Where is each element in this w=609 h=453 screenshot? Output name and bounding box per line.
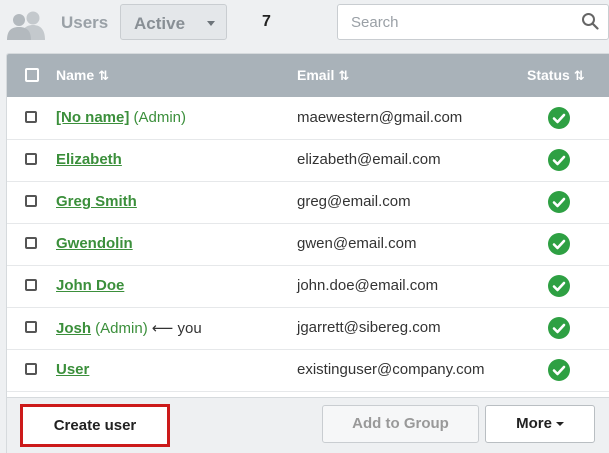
search-icon[interactable] (581, 12, 599, 30)
table-row[interactable]: Greg Smith greg@email.com (7, 181, 609, 224)
user-email: existinguser@company.com (297, 361, 485, 378)
table-row[interactable]: User existinguser@company.com (7, 349, 609, 392)
user-email: gwen@email.com (297, 235, 417, 252)
user-name-link[interactable]: John Doe (56, 277, 124, 294)
user-name-link[interactable]: [No name] (56, 109, 129, 126)
current-user-marker: ⟵ you (147, 320, 202, 337)
search-input[interactable] (337, 4, 609, 40)
sort-icon: ⇅ (573, 68, 585, 83)
status-check-icon (548, 275, 570, 297)
user-name-link[interactable]: Josh (56, 320, 91, 337)
column-header-email[interactable]: Email ⇅ (297, 67, 349, 84)
user-name-cell: Greg Smith (56, 193, 137, 210)
user-name-link[interactable]: Greg Smith (56, 193, 137, 210)
table-row[interactable]: Gwendolin gwen@email.com (7, 223, 609, 266)
status-check-icon (548, 317, 570, 339)
sort-icon: ⇅ (338, 68, 350, 83)
status-check-icon (548, 107, 570, 129)
users-table-panel: Name ⇅ Email ⇅ Status ⇅ [No name] (Admin) ma… (6, 53, 609, 453)
user-name-link[interactable]: Gwendolin (56, 235, 133, 252)
row-checkbox[interactable] (25, 153, 37, 165)
user-email: greg@email.com (297, 193, 411, 210)
add-to-group-button[interactable]: Add to Group (322, 405, 479, 443)
more-label: More (516, 415, 552, 432)
user-role-label: (Admin) (91, 320, 148, 337)
column-header-name[interactable]: Name ⇅ (56, 67, 109, 84)
section-title: Users (61, 13, 109, 32)
status-check-icon (548, 149, 570, 171)
user-name-cell: John Doe (56, 277, 124, 294)
user-role-label: (Admin) (129, 109, 187, 126)
row-checkbox[interactable] (25, 363, 37, 375)
table-row[interactable]: Josh (Admin) ⟵ you jgarrett@sibereg.com (7, 307, 609, 350)
table-row[interactable]: [No name] (Admin) maewestern@gmail.com (7, 97, 609, 140)
table-row[interactable]: John Doe john.doe@email.com (7, 265, 609, 308)
table-row[interactable]: Elizabeth elizabeth@email.com (7, 139, 609, 182)
user-email: elizabeth@email.com (297, 151, 441, 168)
select-all-checkbox[interactable] (25, 68, 39, 82)
user-name-link[interactable]: User (56, 361, 89, 378)
row-checkbox[interactable] (25, 111, 37, 123)
toolbar: Users Active 7 (0, 0, 609, 48)
caret-down-icon (207, 21, 215, 26)
status-check-icon (548, 359, 570, 381)
table-header: Name ⇅ Email ⇅ Status ⇅ (7, 54, 609, 97)
row-checkbox[interactable] (25, 279, 37, 291)
user-name-cell: [No name] (Admin) (56, 109, 186, 126)
users-icon (7, 11, 45, 40)
user-name-cell: User (56, 361, 89, 378)
caret-down-icon (555, 422, 564, 427)
column-header-status[interactable]: Status ⇅ (527, 67, 585, 84)
table-footer: Create user Add to Group More (7, 397, 609, 453)
user-email: jgarrett@sibereg.com (297, 319, 441, 336)
user-name-link[interactable]: Elizabeth (56, 151, 122, 168)
user-email: john.doe@email.com (297, 277, 439, 294)
status-filter-dropdown[interactable]: Active (120, 4, 227, 40)
user-name-cell: Josh (Admin) ⟵ you (56, 319, 202, 337)
row-checkbox[interactable] (25, 195, 37, 207)
user-count: 7 (262, 13, 271, 30)
status-check-icon (548, 233, 570, 255)
row-checkbox[interactable] (25, 237, 37, 249)
more-button[interactable]: More (485, 405, 595, 443)
user-email: maewestern@gmail.com (297, 109, 463, 126)
sort-icon: ⇅ (98, 68, 110, 83)
status-filter-value: Active (134, 14, 186, 33)
user-name-cell: Elizabeth (56, 151, 122, 168)
row-checkbox[interactable] (25, 321, 37, 333)
create-user-button[interactable]: Create user (20, 404, 170, 447)
status-check-icon (548, 191, 570, 213)
user-name-cell: Gwendolin (56, 235, 133, 252)
